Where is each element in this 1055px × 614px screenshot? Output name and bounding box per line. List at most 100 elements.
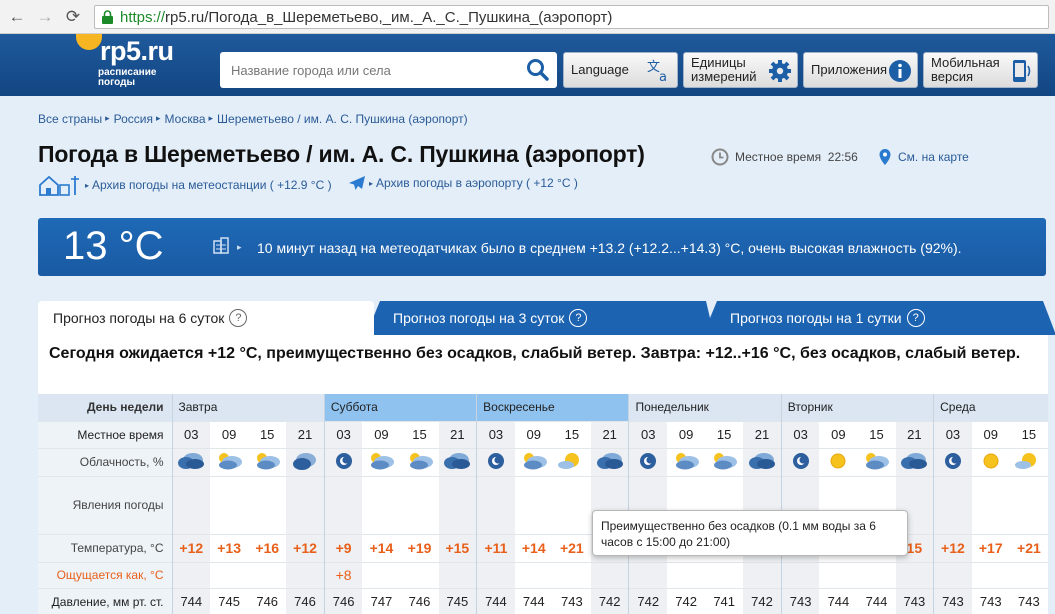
- breadcrumb-airport[interactable]: Шереметьево / им. А. С. Пушкина (аэропор…: [217, 112, 468, 126]
- phenomena-cell: [400, 475, 439, 534]
- cloud-icon[interactable]: [899, 450, 929, 475]
- page-title: Погода в Шереметьево / им. А. С. Пушкина…: [38, 141, 645, 167]
- clear-night-icon[interactable]: [942, 450, 964, 475]
- tab-forecast-3-days[interactable]: Прогноз погоды на 3 суток?: [378, 301, 708, 335]
- mobile-version-button[interactable]: Мобильная версия: [923, 52, 1038, 88]
- partly-icon[interactable]: [671, 450, 701, 475]
- time-cell: 09: [362, 420, 401, 448]
- time-cell: 21: [590, 420, 629, 448]
- partly-icon[interactable]: [861, 450, 891, 475]
- search-input[interactable]: [220, 52, 523, 88]
- cloudiness-cell: [933, 447, 972, 476]
- phenomena-cell: [362, 475, 401, 534]
- time-cell: 15: [552, 420, 591, 448]
- cloud-icon[interactable]: [595, 450, 625, 475]
- clear-night-icon[interactable]: [790, 450, 812, 475]
- forward-icon[interactable]: →: [34, 6, 56, 28]
- time-cell: 09: [971, 420, 1010, 448]
- cloudiness-cell: [590, 447, 629, 476]
- temperature-cell: +11: [476, 533, 515, 562]
- cloudiness-cell: [743, 447, 782, 476]
- url-scheme: https://: [120, 8, 166, 26]
- reload-icon[interactable]: ⟳: [62, 6, 84, 28]
- help-icon[interactable]: ?: [906, 309, 925, 327]
- breadcrumb-russia[interactable]: Россия: [114, 112, 153, 126]
- time-cell: 03: [628, 420, 668, 448]
- tab-forecast-6-days[interactable]: Прогноз погоды на 6 суток?: [38, 301, 374, 335]
- cloudiness-cell: [514, 447, 553, 476]
- sun-cloud-icon[interactable]: [1014, 450, 1044, 475]
- breadcrumb-moscow[interactable]: Москва: [165, 112, 206, 126]
- address-bar[interactable]: https://rp5.ru/Погода_в_Шереметьево,_им.…: [94, 5, 1049, 29]
- time-cell: 15: [400, 420, 439, 448]
- time-cell: 03: [933, 420, 972, 448]
- feels-like-cell: [705, 561, 744, 588]
- clear-night-icon[interactable]: [637, 450, 659, 475]
- site-logo[interactable]: rp5.ru расписание погоды: [38, 34, 178, 96]
- temperature-cell: +21: [552, 533, 591, 562]
- phenomena-cell: [933, 475, 972, 534]
- map-link[interactable]: См. на карте: [878, 148, 969, 166]
- cloudiness-cell: [971, 447, 1010, 476]
- forecast-panel: Сегодня ожидается +12 °C, преимущественн…: [38, 335, 1048, 614]
- pressure-cell: 744: [819, 587, 858, 614]
- feels-like-cell: [819, 561, 858, 588]
- partly-icon[interactable]: [519, 450, 549, 475]
- feels-like-cell: [857, 561, 896, 588]
- time-cell: 09: [819, 420, 858, 448]
- time-cell: 15: [857, 420, 896, 448]
- clear-night-icon[interactable]: [485, 450, 507, 475]
- cloud-night-icon[interactable]: [290, 450, 320, 475]
- current-weather-description: 10 минут назад на метеодатчиках было в с…: [257, 240, 962, 256]
- sun-icon[interactable]: [980, 450, 1002, 475]
- feels-like-cell: [476, 561, 515, 588]
- temperature-cell: +12: [286, 533, 325, 562]
- local-time: Местное время 22:56: [711, 148, 858, 166]
- table-row-cloud: Облачность, %: [38, 447, 1048, 476]
- back-icon[interactable]: ←: [6, 6, 28, 28]
- partly-icon[interactable]: [709, 450, 739, 475]
- city-search: [220, 52, 557, 88]
- units-button[interactable]: Единицы измерений: [683, 52, 798, 88]
- site-header: rp5.ru расписаниепогоды Language 文a Един…: [0, 34, 1055, 96]
- language-button[interactable]: Language 文a: [563, 52, 678, 88]
- cloudiness-cell: [286, 447, 325, 476]
- logo-subtitle: расписание погоды: [98, 67, 157, 88]
- apps-button[interactable]: Приложения: [803, 52, 918, 88]
- table-row-days: День недели Завтра Суббота Воскресенье П…: [38, 394, 1048, 421]
- help-icon[interactable]: ?: [569, 309, 588, 327]
- local-time-value: 22:56: [827, 150, 858, 164]
- sun-icon[interactable]: [827, 450, 849, 475]
- search-icon[interactable]: [523, 55, 553, 85]
- cloud-icon[interactable]: [176, 450, 206, 475]
- breadcrumb-all-countries[interactable]: Все страны: [38, 112, 102, 126]
- sun-cloud-icon[interactable]: [557, 450, 587, 475]
- station-archive-link[interactable]: ▸ Архив погоды на метеостанции ( +12.9 °C…: [38, 174, 332, 196]
- feels-like-cell: [628, 561, 668, 588]
- current-temperature: 13 °C: [63, 224, 164, 268]
- cloud-icon[interactable]: [747, 450, 777, 475]
- svg-text:▸: ▸: [237, 243, 242, 253]
- tab-forecast-1-day[interactable]: Прогноз погоды на 1 сутки?: [715, 301, 1045, 335]
- partly-icon[interactable]: [252, 450, 282, 475]
- partly-icon[interactable]: [405, 450, 435, 475]
- cloudiness-cell: [857, 447, 896, 476]
- cloudiness-cell: [1009, 447, 1048, 476]
- partly-icon[interactable]: [214, 450, 244, 475]
- time-cell: 15: [248, 420, 287, 448]
- pressure-cell: 744: [857, 587, 896, 614]
- temperature-cell: +9: [323, 533, 363, 562]
- partly-icon[interactable]: [366, 450, 396, 475]
- clear-night-icon[interactable]: [333, 450, 355, 475]
- help-icon[interactable]: ?: [229, 309, 248, 327]
- feels-like-cell: [933, 561, 972, 588]
- cloudiness-cell: [780, 447, 820, 476]
- temperature-cell: +17: [971, 533, 1010, 562]
- airplane-icon: [349, 176, 365, 190]
- feels-like-cell: [667, 561, 706, 588]
- cloudiness-cell: [476, 447, 515, 476]
- cloud-icon[interactable]: [442, 450, 472, 475]
- temperature-cell: +21: [1009, 533, 1048, 562]
- airport-archive-link[interactable]: ▸ Архив погоды в аэропорту ( +12 °C ): [348, 174, 578, 192]
- cloudiness-cell: [248, 447, 287, 476]
